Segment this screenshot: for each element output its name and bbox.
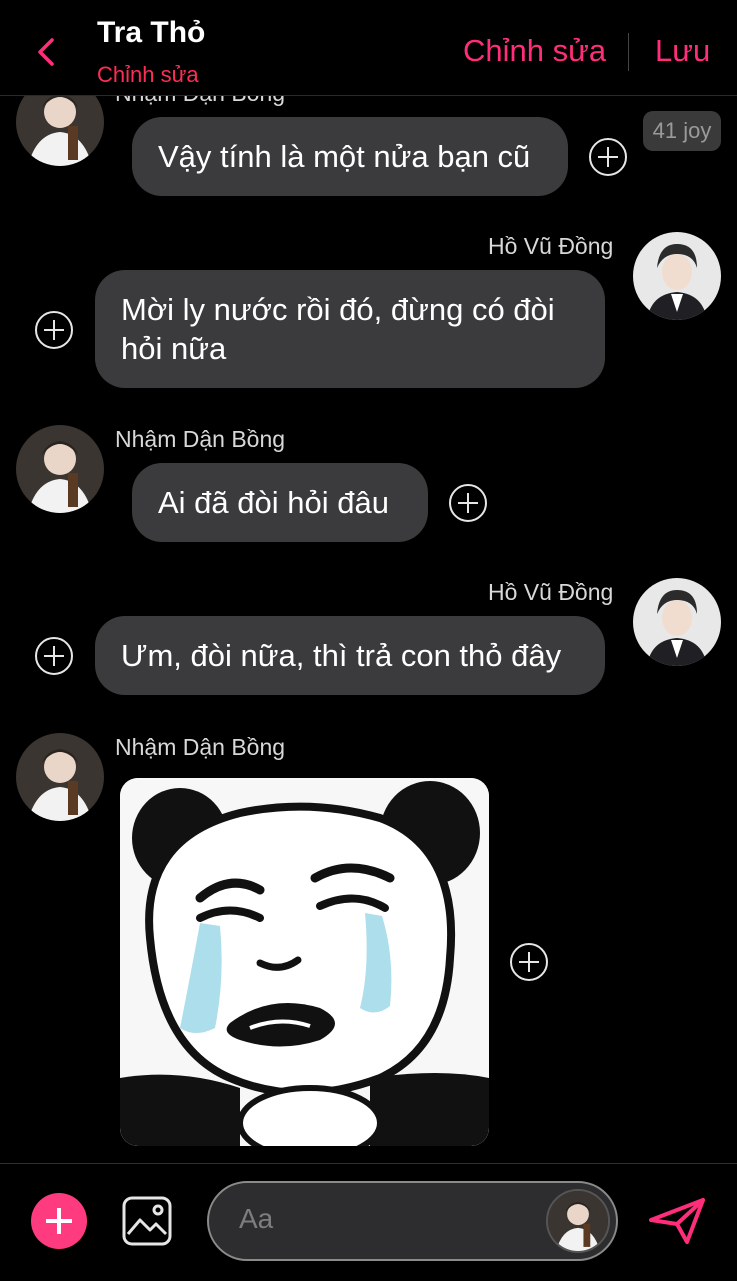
- message-bubble[interactable]: Ai đã đòi hỏi đâu: [132, 463, 428, 542]
- plus-circle-icon[interactable]: [35, 637, 73, 675]
- image-icon[interactable]: [122, 1196, 172, 1246]
- sender-name: Hồ Vũ Đồng: [488, 233, 614, 259]
- plus-circle-icon[interactable]: [510, 943, 548, 981]
- chat-subtitle[interactable]: Chỉnh sửa: [97, 62, 199, 88]
- crying-panda-sticker[interactable]: [120, 778, 489, 1146]
- add-button[interactable]: [31, 1193, 87, 1249]
- message-input[interactable]: Aa: [207, 1181, 618, 1261]
- message-bubble[interactable]: Mời ly nước rồi đó, đừng có đòi hỏi nữa: [95, 270, 605, 388]
- plus-circle-icon[interactable]: [589, 138, 627, 176]
- message-bubble[interactable]: Vậy tính là một nửa bạn cũ: [132, 117, 568, 196]
- sender-name: Hồ Vũ Đồng: [488, 579, 614, 605]
- avatar[interactable]: [546, 1189, 610, 1253]
- reaction-badge[interactable]: 41 joy: [643, 111, 721, 151]
- message-bubble[interactable]: Ưm, đòi nữa, thì trả con thỏ đây: [95, 616, 605, 695]
- input-placeholder: Aa: [239, 1203, 274, 1234]
- send-icon[interactable]: [647, 1196, 707, 1246]
- save-button[interactable]: Lưu: [655, 33, 710, 69]
- chat-title: Tra Thỏ: [97, 16, 206, 49]
- avatar[interactable]: [16, 733, 104, 821]
- edit-button[interactable]: Chỉnh sửa: [463, 33, 606, 69]
- avatar[interactable]: [633, 578, 721, 666]
- avatar[interactable]: [16, 425, 104, 513]
- plus-circle-icon[interactable]: [449, 484, 487, 522]
- sender-name: Nhậm Dận Bồng: [115, 426, 286, 452]
- avatar[interactable]: [633, 232, 721, 320]
- sender-name: Nhậm Dận Bồng: [115, 734, 286, 760]
- back-chevron-icon[interactable]: [30, 32, 66, 72]
- plus-circle-icon[interactable]: [35, 311, 73, 349]
- chat-header: Tra Thỏ Chỉnh sửa Chỉnh sửa Lưu: [0, 0, 737, 96]
- header-divider: [628, 33, 629, 71]
